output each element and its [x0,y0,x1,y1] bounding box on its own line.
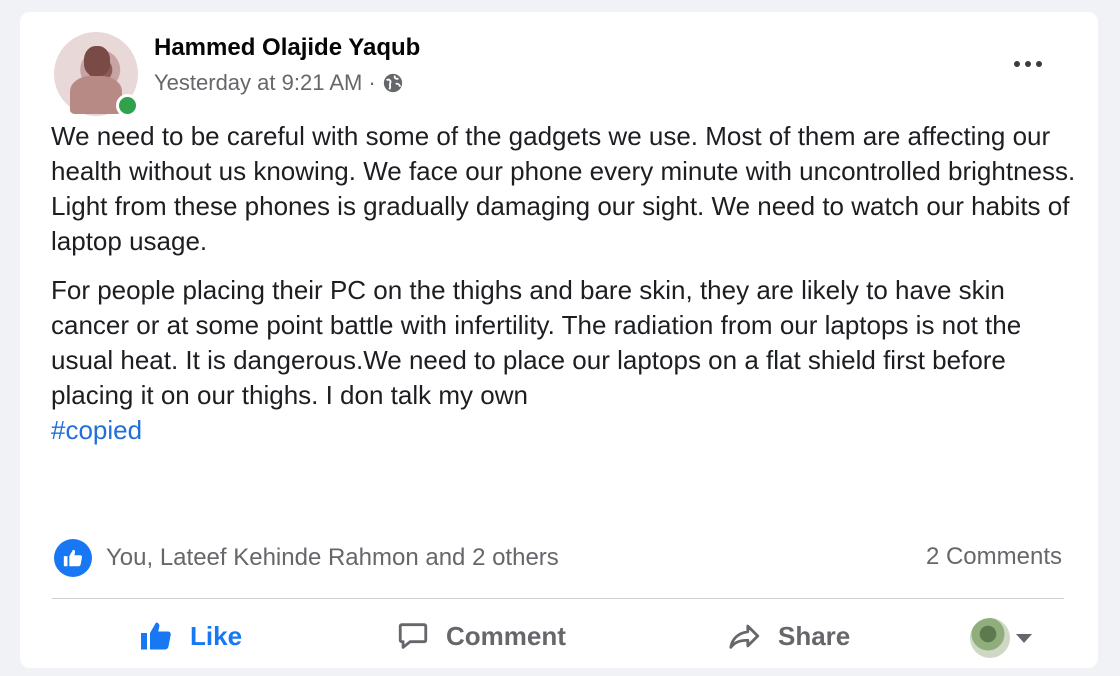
comment-button[interactable]: Comment [396,616,566,656]
like-button-label: Like [190,620,243,651]
chevron-down-icon [1016,633,1032,643]
dot [1025,61,1031,67]
reactions-summary[interactable]: You, Lateef Kehinde Rahmon and 2 others [54,539,559,577]
post-body: We need to be careful with some of the g… [51,119,1081,448]
online-status-dot [116,94,139,117]
divider [52,598,1064,599]
like-button[interactable]: Like [138,616,242,656]
post-paragraph-2: For people placing their PC on the thigh… [51,275,1022,410]
reactions-text[interactable]: You, Lateef Kehinde Rahmon and 2 others [106,544,559,572]
dot [1014,61,1020,67]
share-icon [729,624,760,649]
thumbs-up-icon [141,622,171,650]
globe-icon [383,73,402,93]
more-options-icon[interactable] [1006,52,1050,76]
share-button[interactable]: Share [728,616,850,656]
dot [1036,61,1042,67]
page-avatar [970,618,1010,658]
meta-separator: · [368,70,376,95]
react-as-selector[interactable] [970,618,1032,658]
post-meta: Yesterday at 9:21 AM · [154,70,404,96]
share-button-label: Share [778,620,851,651]
like-reaction-icon [54,539,92,577]
comment-icon [398,623,428,649]
hashtag-link[interactable]: #copied [51,413,1081,448]
avatar-figure-body [70,76,122,114]
post-paragraph-1: We need to be careful with some of the g… [51,121,1076,256]
comment-button-label: Comment [446,620,566,651]
post-card: Hammed Olajide Yaqub Yesterday at 9:21 A… [20,12,1098,668]
thumbs-up-icon [63,549,83,567]
post-timestamp[interactable]: Yesterday at 9:21 AM [154,70,362,96]
avatar-figure-head [84,46,110,76]
author-avatar[interactable] [54,32,139,117]
author-name[interactable]: Hammed Olajide Yaqub [154,34,420,62]
comments-count[interactable]: 2 Comments [926,543,1062,571]
